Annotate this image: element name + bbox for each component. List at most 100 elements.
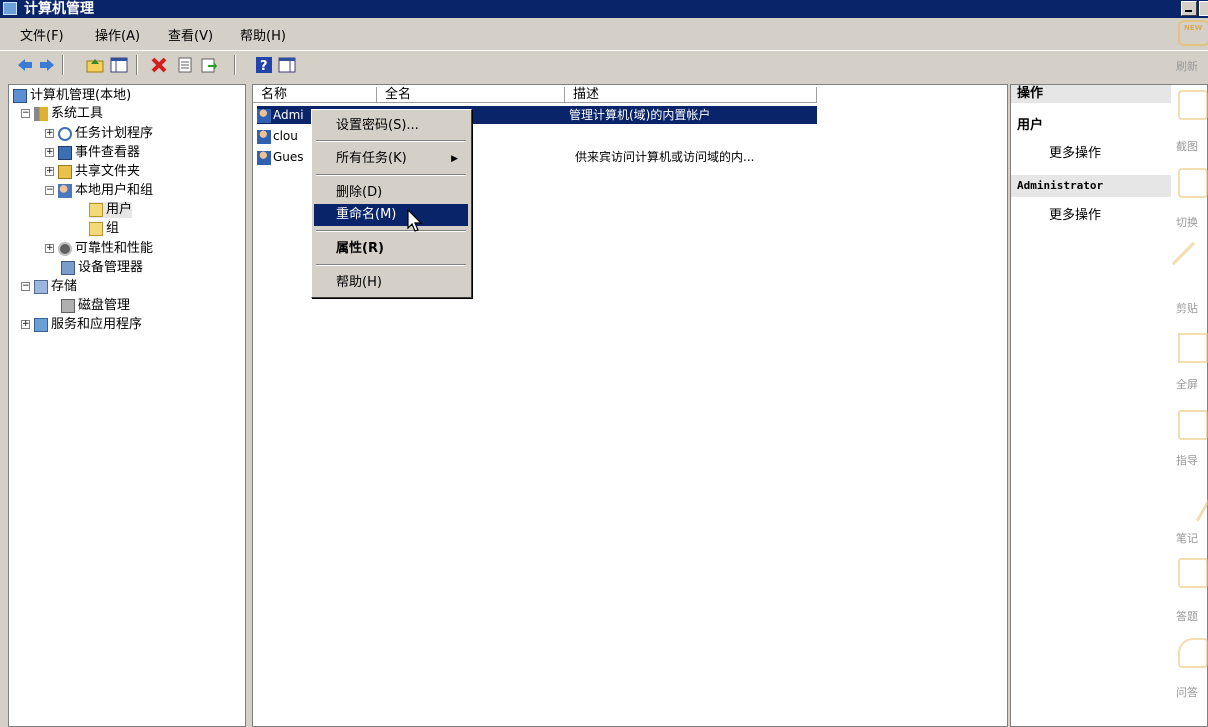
console-tree: 计算机管理(本地) − 系统工具 + 任务计划程序 + 事件查看器 + 共享文件夹 − 本…: [8, 84, 246, 727]
menu-view[interactable]: 查看(V): [168, 25, 213, 44]
tree-label: 本地用户和组: [75, 183, 154, 198]
tree-item-root[interactable]: 计算机管理(本地): [13, 88, 131, 104]
mouse-cursor-icon: [407, 209, 423, 232]
menu-separator: [316, 174, 466, 176]
cell-name: Admi: [273, 108, 304, 122]
collapse-icon[interactable]: −: [45, 186, 54, 195]
cell-description: 供来宾访问计算机或访问域的内...: [575, 150, 755, 164]
column-header-name[interactable]: 名称: [253, 87, 377, 103]
menu-file[interactable]: 文件(F): [20, 25, 64, 44]
actions-section-administrator[interactable]: Administrator: [1011, 175, 1171, 197]
tree-item-storage[interactable]: − 存储: [21, 279, 77, 295]
switch-label: 切换: [1176, 216, 1198, 229]
tree-label: 可靠性和性能: [75, 241, 154, 256]
delete-icon[interactable]: [150, 56, 168, 74]
tree-item-disk-management[interactable]: 磁盘管理: [61, 298, 130, 314]
svg-text:?: ?: [260, 59, 268, 74]
expand-icon[interactable]: +: [45, 148, 54, 157]
forward-icon[interactable]: [38, 56, 56, 74]
menu-item-delete[interactable]: 删除(D): [314, 182, 468, 204]
cell-name: Gues: [273, 150, 304, 164]
properties-icon[interactable]: [176, 56, 194, 74]
new-badge-label: NEW: [1184, 24, 1203, 32]
more-actions-link[interactable]: 更多操作: [1049, 143, 1101, 165]
column-header-fullname[interactable]: 全名: [377, 87, 565, 103]
question-icon[interactable]: [1178, 638, 1208, 668]
maximize-button[interactable]: [1199, 1, 1208, 16]
tree-label: 组: [106, 221, 120, 236]
tree-item-services-apps[interactable]: + 服务和应用程序: [21, 317, 142, 333]
menu-separator: [316, 140, 466, 142]
tree-label: 存储: [51, 279, 78, 294]
actions-section-users[interactable]: 用户: [1011, 115, 1171, 137]
tree-item-event-viewer[interactable]: + 事件查看器: [45, 145, 140, 161]
toolbar-separator: [62, 55, 64, 75]
menu-separator: [316, 230, 466, 232]
expand-icon[interactable]: +: [45, 129, 54, 138]
pen-icon[interactable]: [1172, 480, 1208, 522]
menu-action[interactable]: 操作(A): [95, 25, 140, 44]
menu-item-set-password[interactable]: 设置密码(S)...: [314, 115, 468, 137]
new-badge-icon[interactable]: NEW: [1178, 20, 1208, 46]
expand-icon[interactable]: +: [45, 244, 54, 253]
expand-icon[interactable]: +: [45, 167, 54, 176]
show-action-pane-icon[interactable]: [278, 56, 296, 74]
tree-item-local-users-groups[interactable]: − 本地用户和组: [45, 183, 153, 199]
toolbar-separator: [136, 55, 138, 75]
tree-label: 共享文件夹: [75, 164, 141, 179]
menu-item-rename[interactable]: 重命名(M): [314, 204, 468, 226]
tree-item-groups[interactable]: 组: [89, 221, 119, 237]
tree-label: 系统工具: [51, 106, 104, 121]
tree-item-device-manager[interactable]: 设备管理器: [61, 260, 143, 276]
services-icon: [34, 317, 48, 332]
notes-label: 笔记: [1176, 532, 1198, 545]
storage-icon: [34, 279, 48, 294]
answer-icon[interactable]: [1178, 558, 1208, 588]
expand-icon[interactable]: +: [21, 320, 30, 329]
export-icon[interactable]: [200, 56, 218, 74]
shared-folder-icon: [58, 164, 72, 179]
user-icon: [257, 108, 271, 123]
clip-label: 剪贴: [1176, 302, 1198, 315]
floating-toolbar: NEW 刷新 截图 切换 剪贴 全屏 指导 笔记 答题 问答: [1170, 18, 1208, 727]
back-icon[interactable]: [16, 56, 34, 74]
guide-label: 指导: [1176, 454, 1198, 467]
help-icon[interactable]: ?: [255, 56, 273, 74]
fullscreen-label: 全屏: [1176, 378, 1198, 391]
refresh-label: 刷新: [1176, 60, 1198, 73]
title-bar: 计算机管理: [0, 0, 1208, 18]
tree-item-system-tools[interactable]: − 系统工具: [21, 106, 103, 122]
tree-item-task-scheduler[interactable]: + 任务计划程序: [45, 126, 153, 142]
user-icon: [257, 129, 271, 144]
toolbar: ?: [0, 50, 1208, 81]
collapse-icon[interactable]: −: [21, 109, 30, 118]
tree-item-users[interactable]: 用户: [89, 202, 133, 218]
tree-label: 服务和应用程序: [51, 317, 143, 332]
users-icon: [58, 183, 72, 198]
tree-item-shared-folders[interactable]: + 共享文件夹: [45, 164, 140, 180]
menu-separator: [316, 264, 466, 266]
switch-icon[interactable]: [1178, 168, 1208, 198]
delete-tool-icon[interactable]: [1178, 90, 1208, 120]
fullscreen-icon[interactable]: [1178, 333, 1208, 363]
tree-item-reliability[interactable]: + 可靠性和性能: [45, 241, 153, 257]
window-title: 计算机管理: [24, 1, 94, 17]
event-viewer-icon: [58, 145, 72, 160]
folder-icon: [89, 202, 103, 217]
tree-label: 磁盘管理: [78, 298, 131, 313]
up-folder-icon[interactable]: [86, 56, 104, 74]
menu-item-label: 所有任务(K): [336, 151, 407, 166]
show-hide-tree-icon[interactable]: [110, 56, 128, 74]
guide-icon[interactable]: [1178, 410, 1208, 440]
scissors-icon[interactable]: [1171, 241, 1208, 285]
menu-bar: 文件(F) 操作(A) 查看(V) 帮助(H): [0, 19, 1208, 47]
minimize-button[interactable]: [1181, 1, 1197, 16]
menu-item-properties[interactable]: 属性(R): [314, 238, 468, 260]
menu-item-help[interactable]: 帮助(H): [314, 272, 468, 294]
column-header-description[interactable]: 描述: [565, 87, 817, 103]
collapse-icon[interactable]: −: [21, 282, 30, 291]
toolbar-separator: [234, 55, 236, 75]
more-actions-link[interactable]: 更多操作: [1049, 205, 1101, 227]
menu-help[interactable]: 帮助(H): [240, 25, 286, 44]
menu-item-all-tasks[interactable]: 所有任务(K) ▶: [314, 148, 468, 170]
